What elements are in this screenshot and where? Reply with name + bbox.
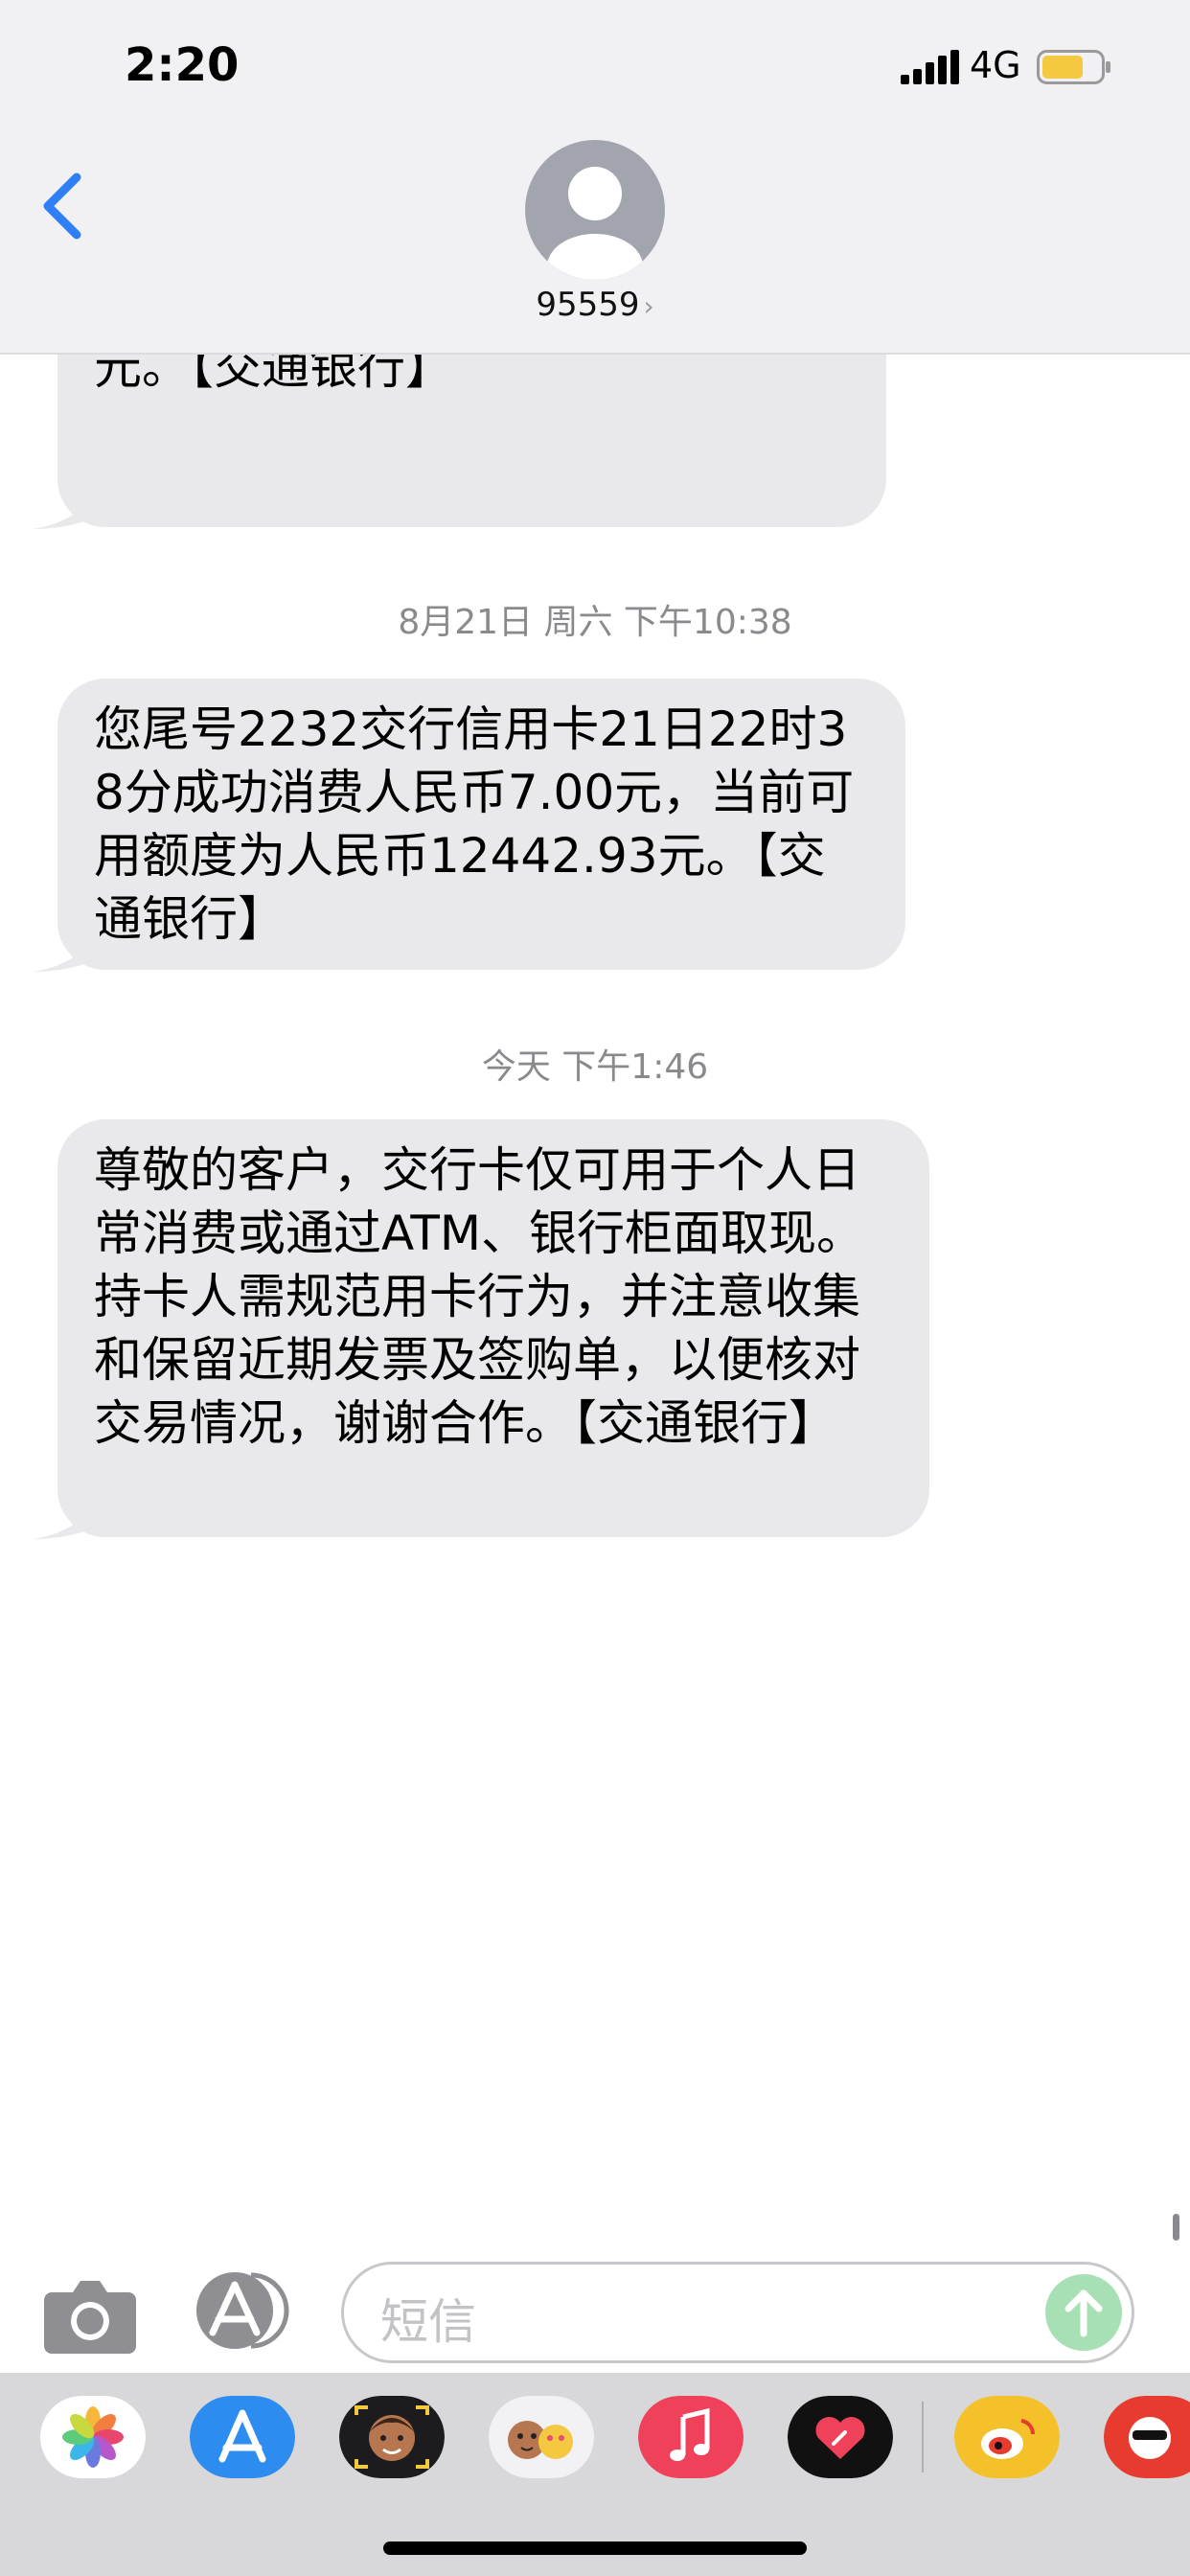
memoji-icon[interactable]: [339, 2396, 445, 2478]
animoji-stickers-icon[interactable]: [489, 2396, 594, 2478]
message-bubble[interactable]: 您尾号2232交行信用卡21日22时38分成功消费人民币7.00元，当前可用额度…: [33, 678, 905, 972]
tray-divider: [922, 2402, 924, 2472]
network-type: 4G: [970, 44, 1021, 86]
digital-touch-icon[interactable]: [788, 2396, 893, 2478]
camera-icon[interactable]: [42, 2275, 138, 2356]
app-store-icon[interactable]: [192, 2269, 297, 2352]
imessage-app-tray: [0, 2373, 1190, 2576]
bubble-tail: [33, 1495, 100, 1539]
app-store-icon[interactable]: [190, 2396, 295, 2478]
bubble-tail: [33, 485, 100, 529]
battery-icon: [1037, 50, 1110, 84]
scrollbar[interactable]: [1173, 2214, 1179, 2241]
back-chevron-icon[interactable]: [34, 168, 92, 244]
message-bubble[interactable]: 尊敬的客户，交行卡仅可用于个人日常消费或通过ATM、银行柜面取现。持卡人需规范用…: [33, 1119, 929, 1539]
signal-strength-icon: [901, 50, 959, 84]
message-thread[interactable]: 时14分成功消费人民币24.50元，当前可用额度为人民币12449.93元。【交…: [0, 353, 1190, 2241]
status-time: 2:20: [125, 38, 240, 92]
compose-bar: 短信: [0, 2241, 1190, 2373]
music-icon[interactable]: [638, 2396, 744, 2478]
bubble-tail: [33, 928, 100, 972]
message-input[interactable]: 短信: [341, 2262, 1134, 2363]
message-input-placeholder: 短信: [380, 2294, 476, 2350]
navigation-header: 2:20 4G 95559 ›: [0, 0, 1190, 355]
message-text: 时14分成功消费人民币24.50元，当前可用额度为人民币12449.93元。【交…: [94, 353, 453, 395]
message-text: 尊敬的客户，交行卡仅可用于个人日常消费或通过ATM、银行柜面取现。持卡人需规范用…: [94, 1142, 865, 1451]
contact-number: 95559: [536, 286, 640, 324]
weibo-icon[interactable]: [954, 2396, 1060, 2478]
partial-app-icon[interactable]: [1104, 2396, 1190, 2478]
contact-name[interactable]: 95559 ›: [0, 286, 1190, 324]
chevron-right-icon: ›: [643, 290, 654, 322]
send-arrow-icon[interactable]: [1045, 2274, 1122, 2351]
message-text: 您尾号2232交行信用卡21日22时38分成功消费人民币7.00元，当前可用额度…: [94, 702, 855, 947]
home-indicator[interactable]: [383, 2542, 807, 2555]
message-timestamp: 今天 下午1:46: [481, 1047, 709, 1087]
message-bubble[interactable]: 时14分成功消费人民币24.50元，当前可用额度为人民币12449.93元。【交…: [33, 353, 886, 529]
photos-icon[interactable]: [40, 2396, 146, 2478]
contact-avatar[interactable]: [525, 140, 665, 280]
message-timestamp: 8月21日 周六 下午10:38: [398, 603, 792, 642]
